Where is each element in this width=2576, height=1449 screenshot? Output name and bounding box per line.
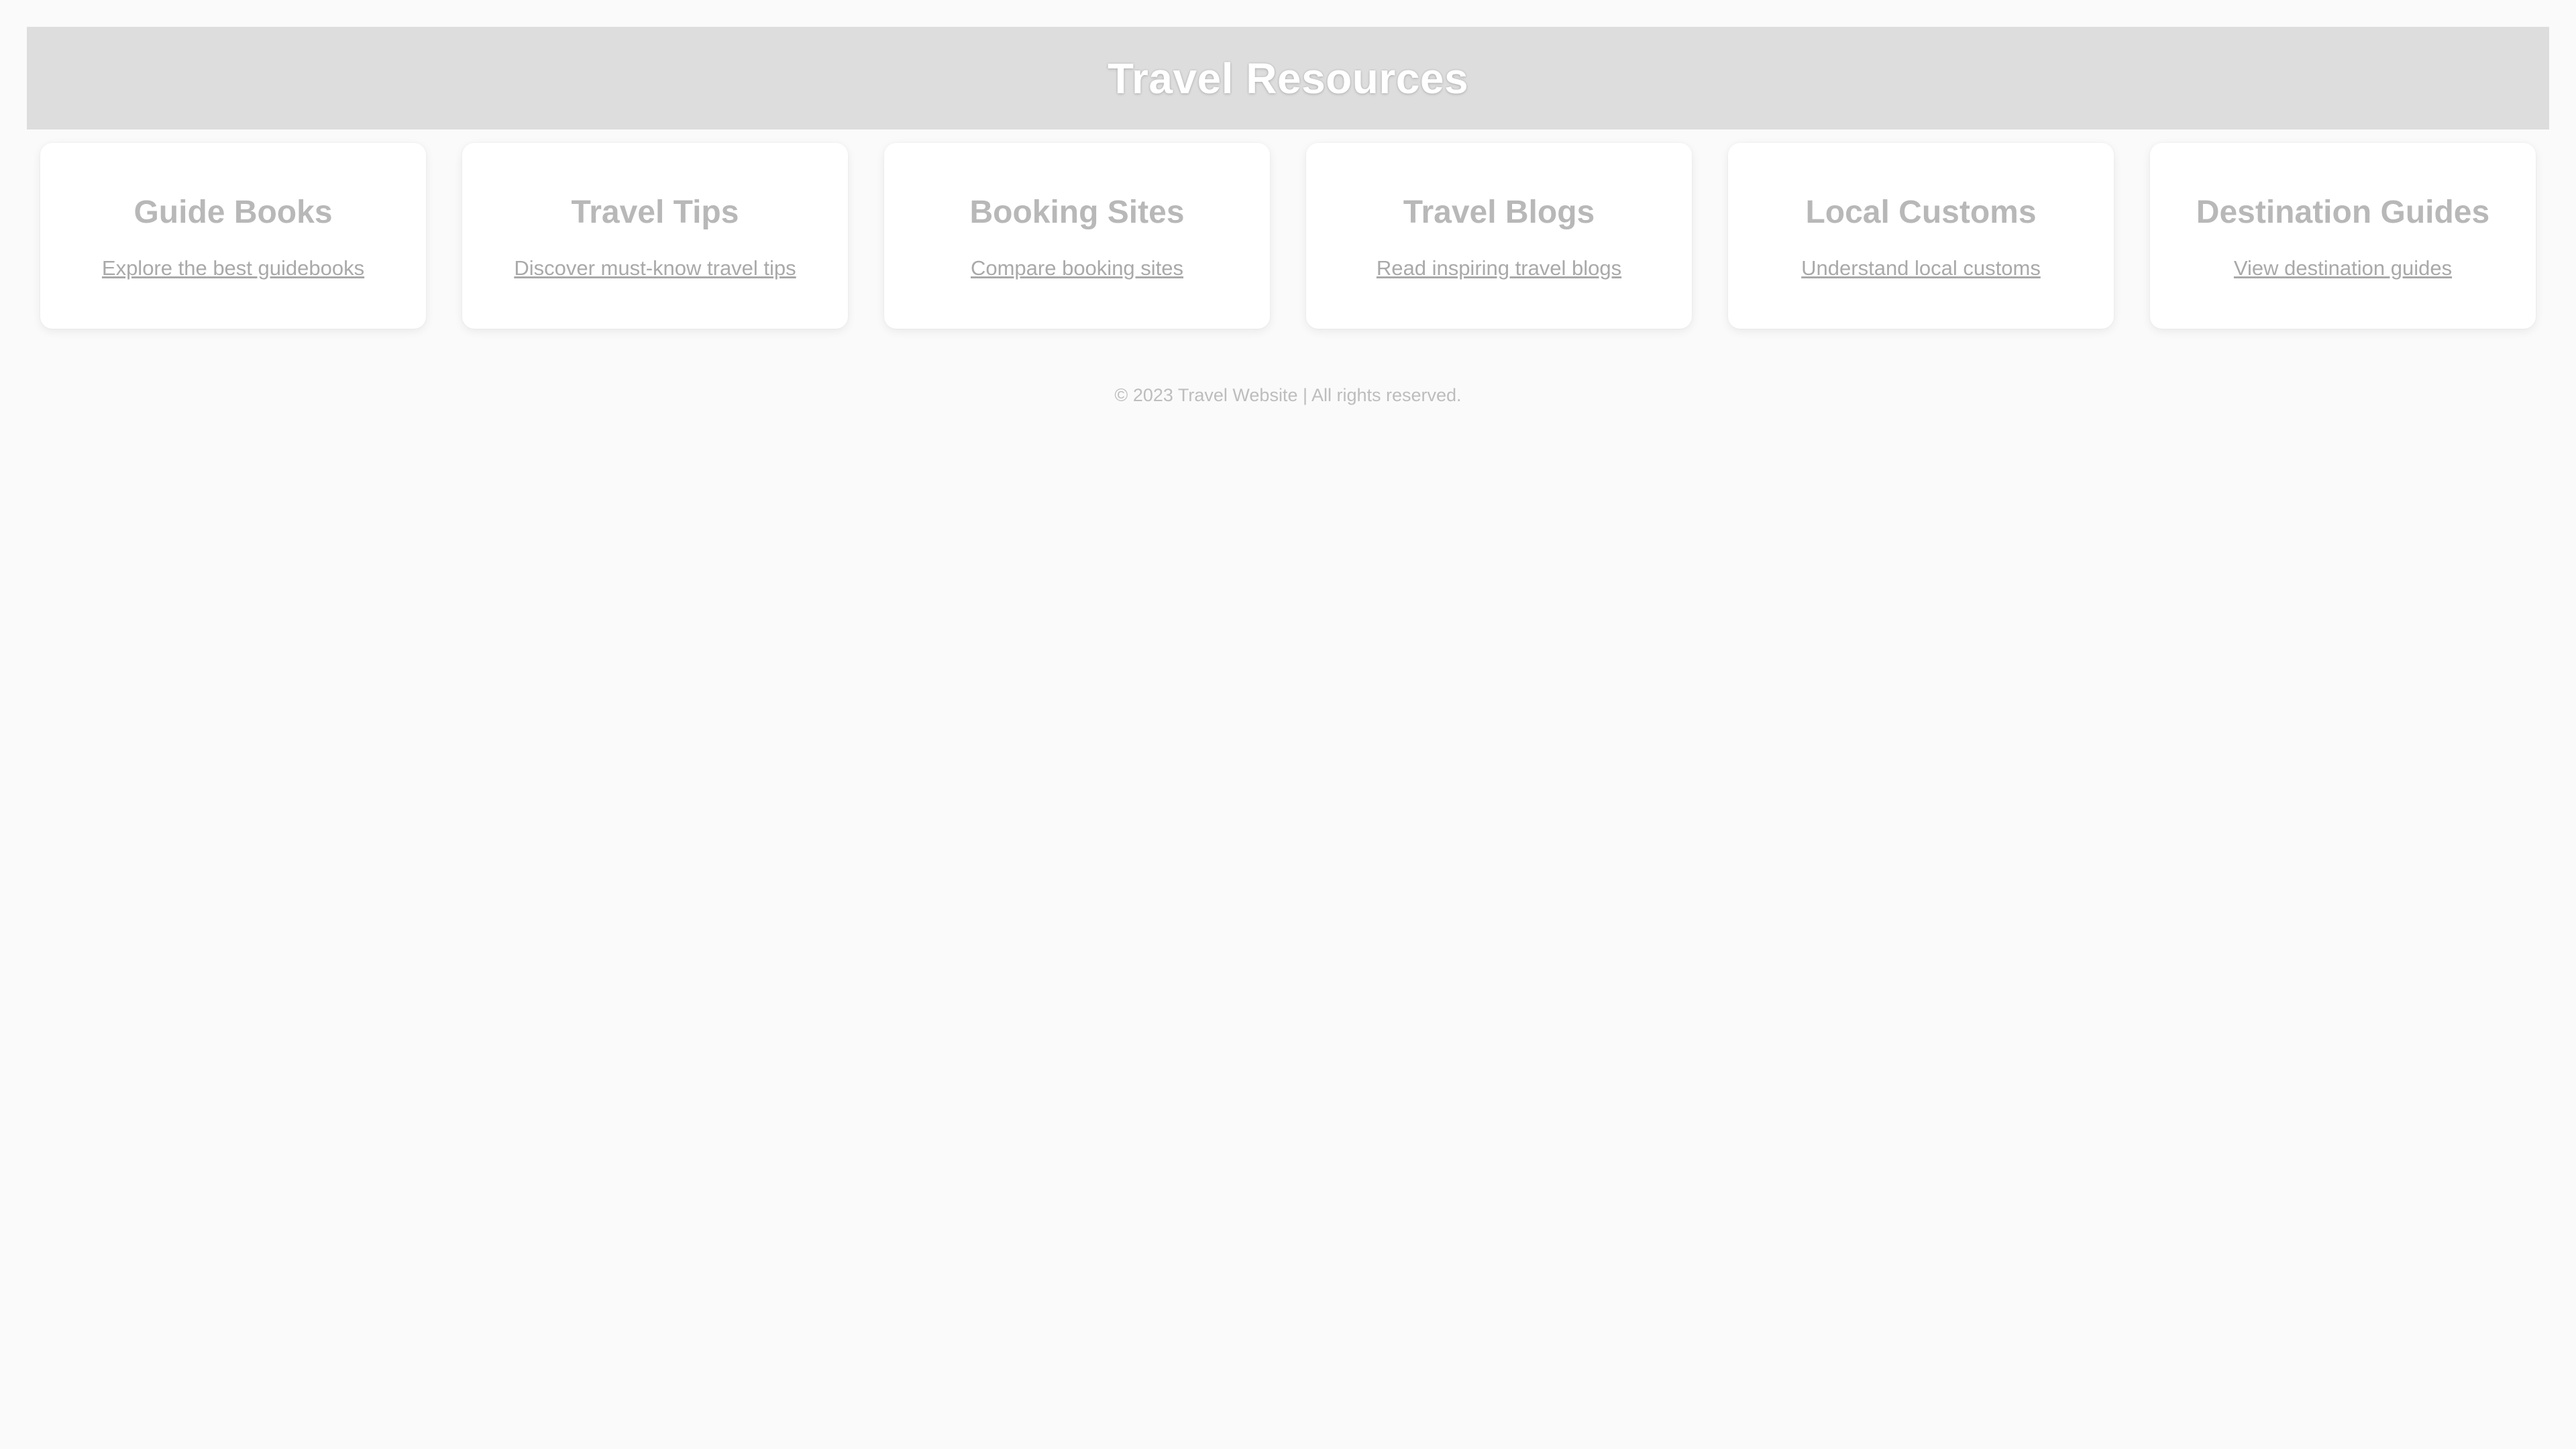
card-link-guide-books[interactable]: Explore the best guidebooks	[102, 256, 364, 280]
copyright-text: © 2023 Travel Website | All rights reser…	[1114, 385, 1462, 405]
card-link-booking-sites[interactable]: Compare booking sites	[971, 256, 1183, 280]
card-travel-tips: Travel Tips Discover must-know travel ti…	[462, 143, 848, 329]
card-title: Booking Sites	[969, 195, 1185, 230]
card-travel-blogs: Travel Blogs Read inspiring travel blogs	[1306, 143, 1692, 329]
card-title: Travel Blogs	[1403, 195, 1595, 230]
page-footer: © 2023 Travel Website | All rights reser…	[27, 385, 2549, 406]
card-title: Guide Books	[133, 195, 333, 230]
card-destination-guides: Destination Guides View destination guid…	[2150, 143, 2536, 329]
card-local-customs: Local Customs Understand local customs	[1728, 143, 2114, 329]
page: Travel Resources Guide Books Explore the…	[0, 0, 2576, 1449]
resource-cards: Guide Books Explore the best guidebooks …	[27, 129, 2549, 329]
card-booking-sites: Booking Sites Compare booking sites	[884, 143, 1270, 329]
card-guide-books: Guide Books Explore the best guidebooks	[40, 143, 426, 329]
card-title: Travel Tips	[571, 195, 739, 230]
card-link-travel-blogs[interactable]: Read inspiring travel blogs	[1377, 256, 1621, 280]
page-header: Travel Resources	[27, 27, 2549, 129]
page-title: Travel Resources	[1107, 54, 1469, 103]
card-title: Destination Guides	[2196, 195, 2490, 230]
card-link-destination-guides[interactable]: View destination guides	[2234, 256, 2452, 280]
card-link-travel-tips[interactable]: Discover must-know travel tips	[514, 256, 796, 280]
card-title: Local Customs	[1805, 195, 2037, 230]
card-link-local-customs[interactable]: Understand local customs	[1801, 256, 2041, 280]
